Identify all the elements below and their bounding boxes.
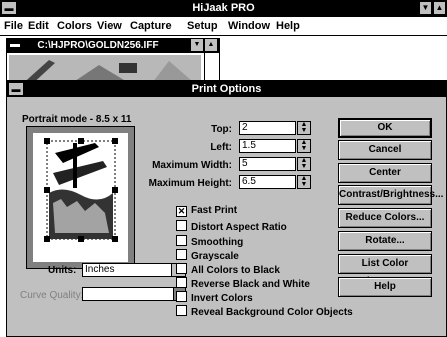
document-title-bar: ▬ C:\HJPRO\GOLDN256.IFF ▼ ▲ [7,39,219,53]
minimize-icon[interactable]: ▼ [419,1,432,15]
curve-quality-field[interactable] [82,287,186,301]
menu-capture[interactable]: Capture [130,20,172,32]
preview-page [33,133,128,262]
left-field[interactable]: 1.5 [239,139,296,153]
page-preview[interactable] [26,126,135,269]
fast-print-label: Fast Print [191,205,238,216]
units-value: Inches [85,264,115,275]
reveal-background-checkbox[interactable]: Reveal Background Color Objects [176,305,353,318]
units-select[interactable]: Inches ▼ [82,263,186,277]
help-button[interactable]: Help [338,277,432,297]
rotate-button[interactable]: Rotate... [338,231,432,251]
top-spin-arrows-icon[interactable]: ▲ ▼ [297,121,311,135]
max-height-field[interactable]: 6.5 [239,175,296,189]
print-options-dialog: ▬ Print Options Portrait mode - 8.5 x 11 [6,80,447,337]
reduce-colors-button[interactable]: Reduce Colors... [338,208,432,228]
reverse-bw-checkbox[interactable]: Reverse Black and White [176,277,310,290]
distort-aspect-label: Distort Aspect Ratio [191,222,287,233]
app-title-bar: ▬ HiJaak PRO ▼ ▲ [0,0,447,17]
checkbox-box[interactable] [176,277,187,288]
menu-colors[interactable]: Colors [57,20,92,32]
checkbox-box[interactable] [176,305,187,316]
smoothing-label: Smoothing [191,237,244,248]
list-color-changes-button[interactable]: List Color Changes... [338,254,432,287]
center-button[interactable]: Center [338,163,432,183]
all-colors-black-checkbox[interactable]: All Colors to Black [176,263,280,276]
dialog-title-bar: ▬ Print Options [7,81,446,97]
all-colors-black-label: All Colors to Black [191,265,280,276]
app-title: HiJaak PRO [192,2,255,14]
document-title: C:\HJPRO\GOLDN256.IFF [37,40,159,51]
grayscale-label: Grayscale [191,251,239,262]
orientation-label: Portrait mode - 8.5 x 11 [22,114,132,125]
distort-aspect-checkbox[interactable]: Distort Aspect Ratio [176,220,287,233]
document-maximize-icon[interactable]: ▲ [205,39,217,51]
max-width-field[interactable]: 5 [239,157,296,171]
top-label: Top: [211,124,232,135]
invert-colors-label: Invert Colors [191,293,253,304]
fast-print-checkbox[interactable]: ✕ Fast Print [176,205,237,218]
menu-help[interactable]: Help [276,20,300,32]
max-width-spin-arrows-icon[interactable]: ▲ ▼ [297,157,311,171]
document-minimize-icon[interactable]: ▼ [191,39,203,51]
dialog-title: Print Options [191,83,262,95]
max-height-spin-arrows-icon[interactable]: ▲ ▼ [297,175,311,189]
left-spin-arrows-icon[interactable]: ▲ ▼ [297,139,311,153]
checkbox-box[interactable] [176,235,187,246]
menu-edit[interactable]: Edit [28,20,49,32]
invert-colors-checkbox[interactable]: Invert Colors [176,291,253,304]
left-label: Left: [210,142,232,153]
checkbox-box[interactable] [176,263,187,274]
max-width-label: Maximum Width: [152,160,232,171]
checkbox-box[interactable] [176,220,187,231]
contrast-brightness-button[interactable]: Contrast/Brightness... [338,185,443,205]
smoothing-checkbox[interactable]: Smoothing [176,235,243,248]
checkbox-box[interactable] [176,249,187,260]
checkbox-box[interactable] [176,291,187,302]
menu-setup[interactable]: Setup [187,20,218,32]
menu-bar: File Edit Colors View Capture Setup Wind… [0,17,447,36]
menu-window[interactable]: Window [228,20,270,32]
menu-view[interactable]: View [97,20,122,32]
top-field[interactable]: 2 [239,121,296,135]
reverse-bw-label: Reverse Black and White [191,279,310,290]
cancel-button[interactable]: Cancel [338,140,432,160]
check-mark-icon[interactable]: ✕ [176,206,187,217]
reveal-background-label: Reveal Background Color Objects [191,307,353,318]
menu-file[interactable]: File [4,20,23,32]
max-height-label: Maximum Height: [148,178,232,189]
units-label: Units: [48,265,77,276]
ok-button[interactable]: OK [338,118,432,138]
grayscale-checkbox[interactable]: Grayscale [176,249,239,262]
curve-quality-label: Curve Quality: [20,290,84,301]
maximize-icon[interactable]: ▲ [433,1,446,15]
